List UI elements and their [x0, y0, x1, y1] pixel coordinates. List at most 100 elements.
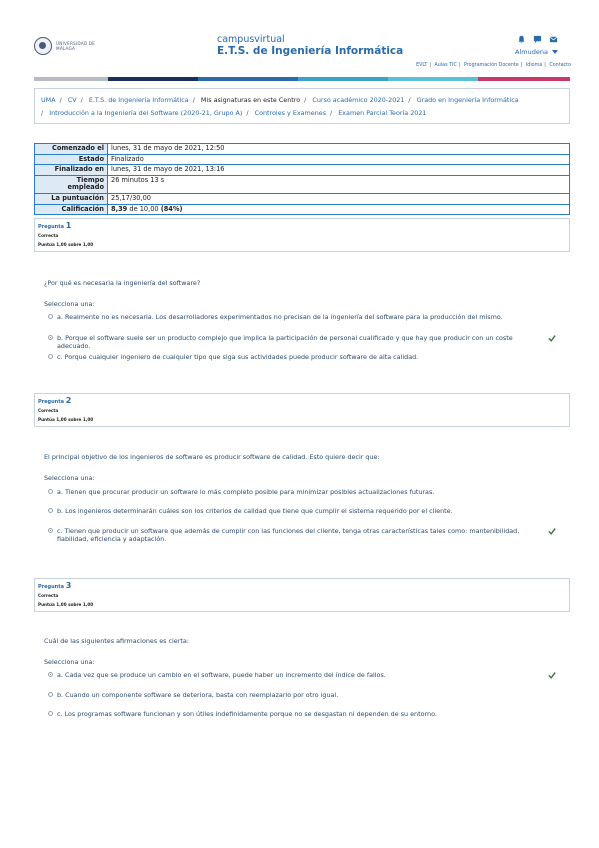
question-number: Pregunta 3: [38, 581, 72, 590]
answer-option[interactable]: b. Los ingenieros determinarán cuáles so…: [48, 507, 533, 515]
summary-value: lunes, 31 de mayo de 2021, 13:16: [107, 164, 570, 176]
summary-key: Tiempo empleado: [34, 174, 108, 194]
link-programacion-docente[interactable]: Programación Docente: [464, 63, 519, 68]
color-bar-segment: [34, 77, 94, 81]
breadcrumb-centro[interactable]: E.T.S. de Ingeniería Informática: [89, 96, 189, 104]
user-name: Almudena: [515, 48, 548, 56]
summary-key: La puntuación: [34, 192, 108, 205]
question-status: Correcta: [38, 593, 59, 598]
question-number: Pregunta 1: [38, 221, 72, 230]
link-aulas-tic[interactable]: Aulas TIC: [435, 63, 457, 68]
select-one-label: Selecciona una:: [44, 658, 95, 666]
question-info-box: Pregunta 1 Correcta Puntúa 1,00 sobre 1,00: [34, 218, 570, 252]
breadcrumb-uma[interactable]: UMA: [41, 96, 56, 104]
summary-row: La puntuación 25,17/30,00: [34, 192, 570, 205]
select-one-label: Selecciona una:: [44, 474, 95, 482]
answer-radio[interactable]: [48, 314, 53, 319]
color-bar-segment: [388, 77, 478, 81]
summary-row: Comenzado el lunes, 31 de mayo de 2021, 1…: [34, 143, 570, 155]
breadcrumb-asignatura[interactable]: Introducción a la Ingeniería del Softwar…: [49, 109, 242, 117]
summary-key: Calificación: [34, 203, 108, 216]
answer-radio[interactable]: [48, 672, 53, 677]
university-logo[interactable]: UNIVERSIDAD DE MÁLAGA: [34, 37, 96, 55]
grade-value: 8,39: [111, 204, 128, 213]
answer-text: c. Porque cualquier ingeniero de cualqui…: [57, 353, 419, 361]
answer-option[interactable]: c. Los programas software funcionan y so…: [48, 710, 533, 718]
correct-check-icon: [548, 672, 556, 679]
summary-value: lunes, 31 de mayo de 2021, 12:50: [107, 143, 570, 155]
answer-text: b. Los ingenieros determinarán cuáles so…: [57, 507, 453, 515]
summary-key: Finalizado en: [34, 164, 108, 176]
answer-text: b. Cuando un componente software se dete…: [57, 691, 339, 699]
question-text: Cuál de las siguientes afirmaciones es c…: [44, 637, 189, 645]
breadcrumb-cv[interactable]: CV: [68, 96, 77, 104]
color-bar-segment: [478, 77, 570, 81]
logo-text: UNIVERSIDAD DE MÁLAGA: [56, 41, 95, 51]
page-header: UNIVERSIDAD DE MÁLAGA campusvirtual E.T.…: [0, 0, 599, 80]
breadcrumb-examen[interactable]: Examen Parcial Teoría 2021: [338, 109, 426, 117]
link-evlt[interactable]: EVLT: [416, 63, 427, 68]
answer-option[interactable]: a. Cada vez que se produce un cambio en …: [48, 671, 533, 679]
university-seal-icon: [34, 37, 52, 55]
breadcrumb: UMA / CV / E.T.S. de Ingeniería Informátic…: [34, 88, 570, 124]
site-title-line2: E.T.S. de Ingeniería Informática: [217, 45, 404, 57]
chat-icon[interactable]: [533, 35, 542, 44]
answer-text: c. Tienen que producir un software que a…: [57, 527, 520, 543]
color-bar-segment: [298, 77, 388, 81]
answer-text: b. Porque el software suele ser un produ…: [57, 334, 513, 350]
grade-max: de 10,00: [127, 204, 161, 213]
answer-text: a. Tienen que procurar producir un softw…: [57, 488, 435, 496]
site-title-line1: campusvirtual: [217, 34, 285, 45]
question-number: Pregunta 2: [38, 396, 72, 405]
answer-option[interactable]: a. Realmente no es necesaria. Los desarr…: [48, 313, 533, 321]
answer-option[interactable]: a. Tienen que procurar producir un softw…: [48, 488, 533, 496]
question-info-box: Pregunta 3 Correcta Puntúa 1,00 sobre 1,00: [34, 578, 570, 612]
answer-option[interactable]: b. Cuando un componente software se dete…: [48, 691, 533, 699]
answer-text: a. Realmente no es necesaria. Los desarr…: [57, 313, 503, 321]
summary-row: Finalizado en lunes, 31 de mayo de 2021, …: [34, 164, 570, 176]
summary-value: Finalizado: [107, 153, 570, 166]
site-title[interactable]: campusvirtual E.T.S. de Ingeniería Infor…: [217, 34, 403, 57]
answer-radio[interactable]: [48, 711, 53, 716]
header-links: EVLT | Aulas TIC | Programación Docente | I…: [416, 63, 571, 68]
answer-radio[interactable]: [48, 335, 53, 340]
question-status: Correcta: [38, 408, 59, 413]
question-status: Correcta: [38, 233, 59, 238]
answer-option[interactable]: c. Porque cualquier ingeniero de cualqui…: [48, 353, 533, 361]
question-text: El principal objetivo de los ingenieros …: [44, 453, 380, 461]
answer-radio[interactable]: [48, 528, 53, 533]
answer-text: a. Cada vez que se produce un cambio en …: [57, 671, 386, 679]
color-bar-segment: [94, 77, 108, 81]
answer-option[interactable]: c. Tienen que producir un software que a…: [48, 527, 533, 543]
header-icons: [517, 35, 558, 44]
summary-value: 26 minutos 13 s: [107, 174, 570, 194]
breadcrumb-curso[interactable]: Curso académico 2020-2021: [312, 96, 404, 104]
summary-row: Estado Finalizado: [34, 153, 570, 166]
breadcrumb-mis-asignaturas[interactable]: Mis asignaturas en este Centro: [201, 96, 300, 104]
link-contacto[interactable]: Contacto: [549, 63, 571, 68]
answer-option[interactable]: b. Porque el software suele ser un produ…: [48, 334, 533, 350]
summary-row: Calificación 8,39 de 10,00 (84%): [34, 203, 570, 216]
grade-percent: (84%): [160, 204, 183, 213]
correct-check-icon: [548, 335, 556, 342]
answer-radio[interactable]: [48, 489, 53, 494]
header-color-bar: [34, 77, 570, 81]
summary-value: 8,39 de 10,00 (84%): [107, 203, 570, 216]
mail-icon[interactable]: [549, 35, 558, 44]
question-points: Puntúa 1,00 sobre 1,00: [38, 417, 94, 422]
question-info-box: Pregunta 2 Correcta Puntúa 1,00 sobre 1,00: [34, 393, 570, 427]
answer-radio[interactable]: [48, 508, 53, 513]
user-menu[interactable]: Almudena: [515, 48, 558, 56]
breadcrumb-controles[interactable]: Controles y Examenes: [255, 109, 326, 117]
answer-radio[interactable]: [48, 354, 53, 359]
attempt-summary-table: Comenzado el lunes, 31 de mayo de 2021, 1…: [34, 143, 570, 216]
chevron-down-icon: [551, 50, 558, 54]
answer-radio[interactable]: [48, 692, 53, 697]
link-idioma[interactable]: Idioma: [526, 63, 542, 68]
question-points: Puntúa 1,00 sobre 1,00: [38, 242, 94, 247]
answer-text: c. Los programas software funcionan y so…: [57, 710, 437, 718]
bell-icon[interactable]: [517, 35, 526, 44]
breadcrumb-grado[interactable]: Grado en Ingeniería Informática: [417, 96, 519, 104]
summary-value: 25,17/30,00: [107, 192, 570, 205]
color-bar-segment: [198, 77, 298, 81]
